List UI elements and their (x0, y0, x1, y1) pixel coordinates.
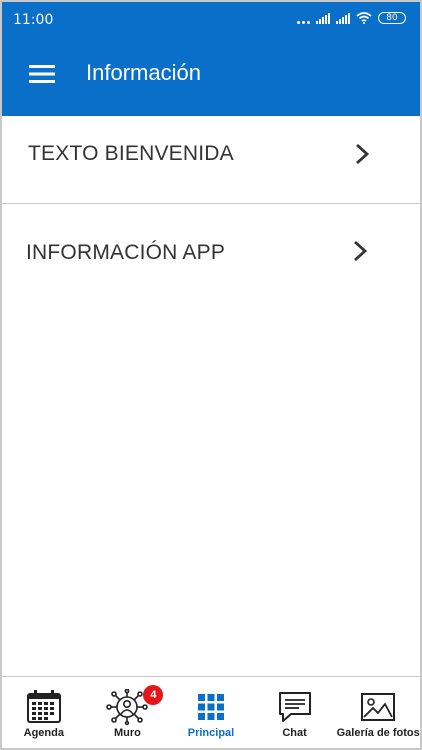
hamburger-menu-icon[interactable] (24, 56, 60, 92)
list-item-texto-bienvenida[interactable]: TEXTO BIENVENIDA (2, 116, 420, 204)
header: 11:00 80 Información (2, 2, 420, 116)
list-item-informacion-app[interactable]: INFORMACIÓN APP (2, 204, 420, 301)
nav-item-chat[interactable]: Chat (253, 677, 337, 748)
calendar-icon (26, 690, 61, 723)
signal-strength-icon-2 (336, 12, 350, 24)
more-dots-icon (297, 12, 310, 24)
list-item-label: TEXTO BIENVENIDA (28, 142, 234, 165)
nav-label: Principal (187, 727, 235, 739)
notification-badge: 4 (143, 685, 164, 705)
status-icons: 80 (297, 11, 406, 25)
app-bar: Información (2, 38, 420, 116)
status-bar: 11:00 80 (2, 2, 420, 38)
chat-bubble-icon (278, 692, 311, 722)
page-title: Información (86, 60, 201, 85)
nav-label: Muro (113, 727, 141, 739)
nav-label: Agenda (23, 727, 64, 739)
grid-icon (197, 694, 224, 720)
nav-item-muro[interactable]: 4 Muro (86, 677, 170, 748)
info-list: TEXTO BIENVENIDA INFORMACIÓN APP (2, 116, 420, 301)
nav-item-agenda[interactable]: Agenda (2, 677, 86, 748)
signal-strength-icon (316, 12, 330, 24)
bottom-navigation: Agenda 4 Muro Principal Chat Galería de … (2, 676, 420, 748)
app-frame: 11:00 80 Información TEXTO BIENVENIDA IN… (0, 0, 422, 750)
nav-label: Galería de fotos (336, 727, 420, 739)
nav-item-principal[interactable]: Principal (169, 677, 253, 748)
chevron-right-icon (356, 143, 370, 165)
list-item-label: INFORMACIÓN APP (26, 241, 226, 264)
status-time: 11:00 (13, 12, 54, 28)
image-icon (361, 693, 396, 721)
wifi-icon (356, 12, 372, 24)
nav-item-galeria-de-fotos[interactable]: Galería de fotos (336, 677, 420, 748)
chevron-right-icon (354, 240, 368, 262)
battery-icon: 80 (378, 12, 406, 24)
nav-label: Chat (282, 727, 307, 739)
